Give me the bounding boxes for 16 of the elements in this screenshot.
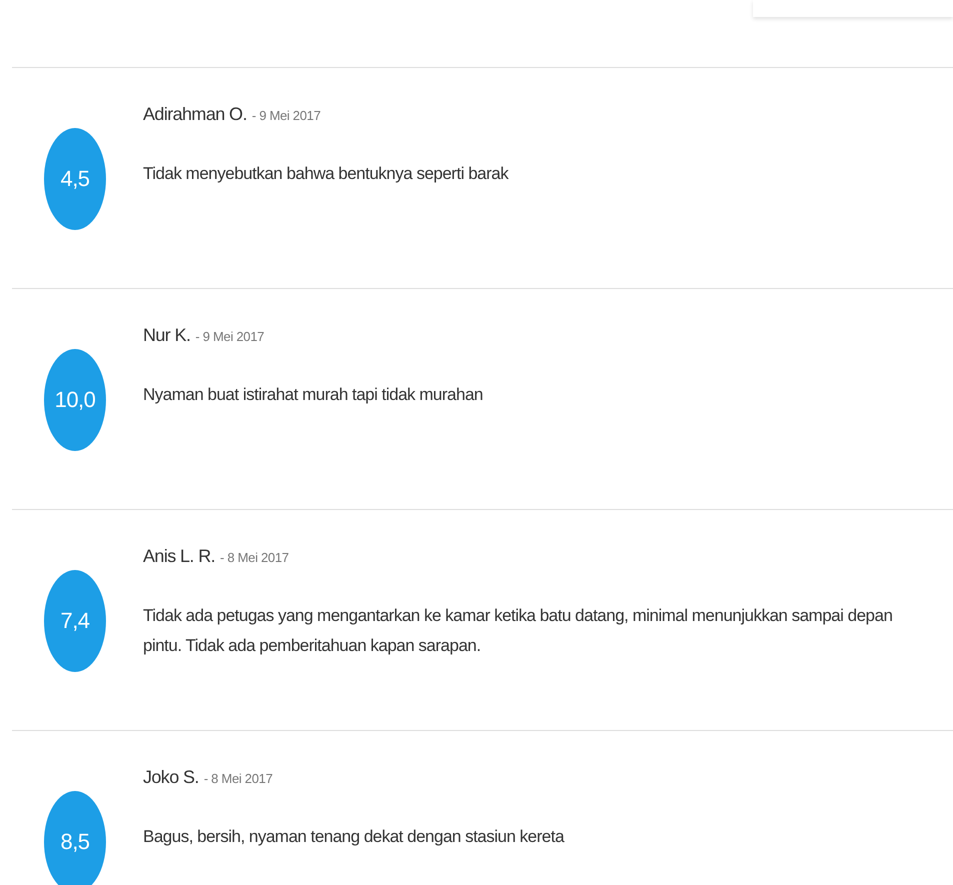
reviewer-name: Anis L. R. [143, 546, 216, 567]
score-badge: 7,4 [44, 570, 106, 672]
review-date: - 9 Mei 2017 [195, 329, 264, 344]
score-badge: 10,0 [44, 349, 106, 451]
score-badge: 8,5 [44, 791, 106, 885]
review-comment: Tidak ada petugas yang mengantarkan ke kamar ketika batu datang, minimal menunjukkan sampai depan pintu. Tidak ada pemberitahuan kapan sarapan. [143, 605, 894, 657]
review-date: - 8 Mei 2017 [220, 550, 289, 565]
reviewer-name: Adirahman O. [143, 104, 247, 125]
score-badge: 4,5 [44, 128, 106, 230]
review-comment: Tidak menyebutkan bahwa bentuknya seperti barak [143, 163, 510, 185]
review-comment: Bagus, bersih, nyaman tenang dekat dengan stasiun kereta [143, 826, 566, 848]
review-comment: Nyaman buat istirahat murah tapi tidak murahan [143, 384, 484, 406]
reviewer-name: Joko S. [143, 767, 199, 788]
reviewer-name: Nur K. [143, 325, 190, 346]
review-date: - 8 Mei 2017 [204, 771, 273, 786]
review-date: - 9 Mei 2017 [252, 108, 321, 123]
